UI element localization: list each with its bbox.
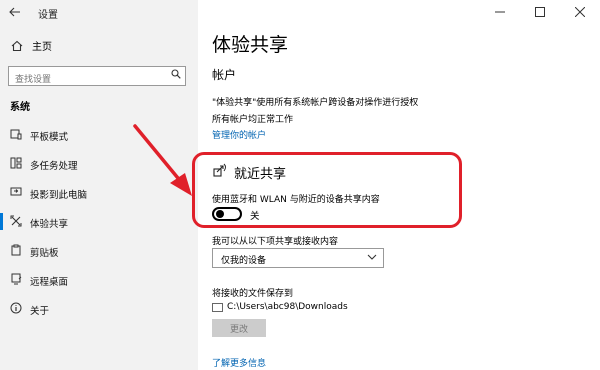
sidebar: 主页 系统 平板模式 多任务处理 投影到此电脑: [0, 0, 198, 370]
annotation-highlight-box: [192, 152, 462, 228]
page-title: 体验共享: [212, 34, 289, 56]
sidebar-item-label: 剪贴板: [30, 248, 59, 259]
sidebar-item-shared-experiences[interactable]: 体验共享: [0, 207, 198, 236]
save-path: C:\Users\abc98\Downloads: [227, 302, 348, 312]
sidebar-nav: 平板模式 多任务处理 投影到此电脑 体验共享 剪贴板 远程桌面 关于: [0, 120, 198, 323]
sidebar-item-label: 平板模式: [30, 132, 69, 143]
change-button[interactable]: 更改: [212, 319, 266, 337]
section-title: 系统: [10, 102, 30, 113]
search-input[interactable]: [9, 71, 165, 89]
home-icon: [10, 39, 24, 53]
manage-accounts-link[interactable]: 管理你的帐户: [212, 128, 266, 141]
shared-experiences-icon: [10, 215, 22, 227]
maximize-icon[interactable]: [520, 0, 560, 24]
share-scope-dropdown[interactable]: 仅我的设备: [212, 248, 384, 268]
sidebar-item-clipboard[interactable]: 剪贴板: [0, 236, 198, 265]
remote-desktop-icon: [10, 273, 22, 285]
window-controls: [480, 0, 600, 24]
account-heading: 帐户: [212, 68, 237, 82]
search-box[interactable]: [8, 66, 186, 89]
home-label: 主页: [32, 42, 52, 53]
multitasking-icon: [10, 157, 22, 169]
save-location-label: 将接收的文件保存到: [212, 289, 294, 299]
dropdown-value: 仅我的设备: [221, 256, 267, 266]
sidebar-item-label: 体验共享: [30, 219, 69, 230]
back-button[interactable]: [4, 2, 26, 22]
chevron-down-icon: [367, 252, 377, 265]
save-path-row: C:\Users\abc98\Downloads: [212, 302, 348, 312]
account-description: "体验共享"使用所有系统帐户跨设备对操作进行授权: [212, 98, 419, 108]
minimize-icon[interactable]: [480, 0, 520, 24]
learn-more-link[interactable]: 了解更多信息: [212, 356, 266, 369]
tablet-mode-icon: [10, 128, 22, 140]
title-bar: 设置: [0, 0, 600, 26]
share-from-label: 我可以从以下项共享或接收内容: [212, 237, 339, 247]
sidebar-item-label: 投影到此电脑: [30, 190, 88, 201]
sidebar-item-about[interactable]: 关于: [0, 294, 198, 323]
close-icon[interactable]: [560, 0, 600, 24]
sidebar-item-project[interactable]: 投影到此电脑: [0, 178, 198, 207]
app-title: 设置: [38, 10, 58, 21]
search-icon[interactable]: [171, 69, 181, 82]
sidebar-item-label: 远程桌面: [30, 277, 69, 288]
project-icon: [10, 186, 22, 198]
account-status: 所有帐户均正常工作: [212, 115, 294, 125]
clipboard-icon: [10, 244, 22, 256]
folder-icon: [212, 302, 223, 312]
sidebar-item-multitasking[interactable]: 多任务处理: [0, 149, 198, 178]
sidebar-item-tablet-mode[interactable]: 平板模式: [0, 120, 198, 149]
back-arrow-icon: [9, 7, 20, 17]
sidebar-item-label: 关于: [30, 306, 50, 317]
about-icon: [10, 302, 22, 314]
sidebar-item-label: 多任务处理: [30, 161, 78, 172]
sidebar-item-remote-desktop[interactable]: 远程桌面: [0, 265, 198, 294]
home-item[interactable]: 主页: [10, 38, 52, 53]
